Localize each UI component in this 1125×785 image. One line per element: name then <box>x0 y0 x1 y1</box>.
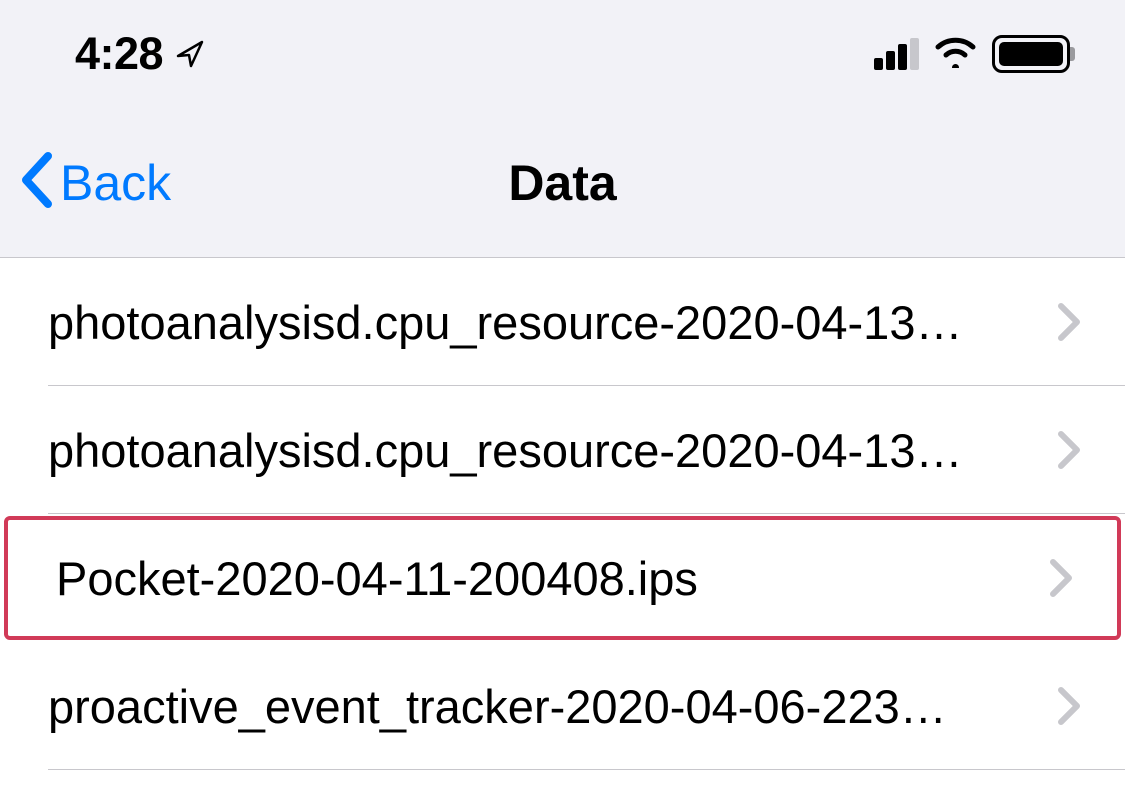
list-item-label: proactive_event_tracker-2020-04-06-223… <box>48 679 1057 734</box>
list-item-label: Pocket-2020-04-11-200408.ips <box>56 551 1049 606</box>
list-item[interactable]: photoanalysisd.cpu_resource-2020-04-13… <box>0 386 1125 514</box>
battery-icon <box>992 35 1070 73</box>
data-list: photoanalysisd.cpu_resource-2020-04-13…p… <box>0 258 1125 770</box>
status-left: 4:28 <box>75 28 205 80</box>
wifi-icon <box>933 36 978 73</box>
list-item-label: photoanalysisd.cpu_resource-2020-04-13… <box>48 423 1057 478</box>
nav-bar: Back Data <box>0 108 1125 258</box>
chevron-right-icon <box>1057 302 1083 342</box>
page-title: Data <box>508 154 616 212</box>
chevron-right-icon <box>1057 686 1083 726</box>
chevron-right-icon <box>1049 558 1075 598</box>
status-bar: 4:28 <box>0 0 1125 108</box>
back-label: Back <box>60 154 171 212</box>
chevron-left-icon <box>18 150 56 215</box>
status-time: 4:28 <box>75 28 163 80</box>
chevron-right-icon <box>1057 430 1083 470</box>
back-button[interactable]: Back <box>18 150 171 215</box>
list-item-label: photoanalysisd.cpu_resource-2020-04-13… <box>48 295 1057 350</box>
list-item[interactable]: proactive_event_tracker-2020-04-06-223… <box>0 642 1125 770</box>
list-item[interactable]: Pocket-2020-04-11-200408.ips <box>4 516 1121 640</box>
location-icon <box>175 39 205 69</box>
cellular-signal-icon <box>874 38 919 70</box>
status-right <box>874 35 1070 73</box>
list-item[interactable]: photoanalysisd.cpu_resource-2020-04-13… <box>0 258 1125 386</box>
